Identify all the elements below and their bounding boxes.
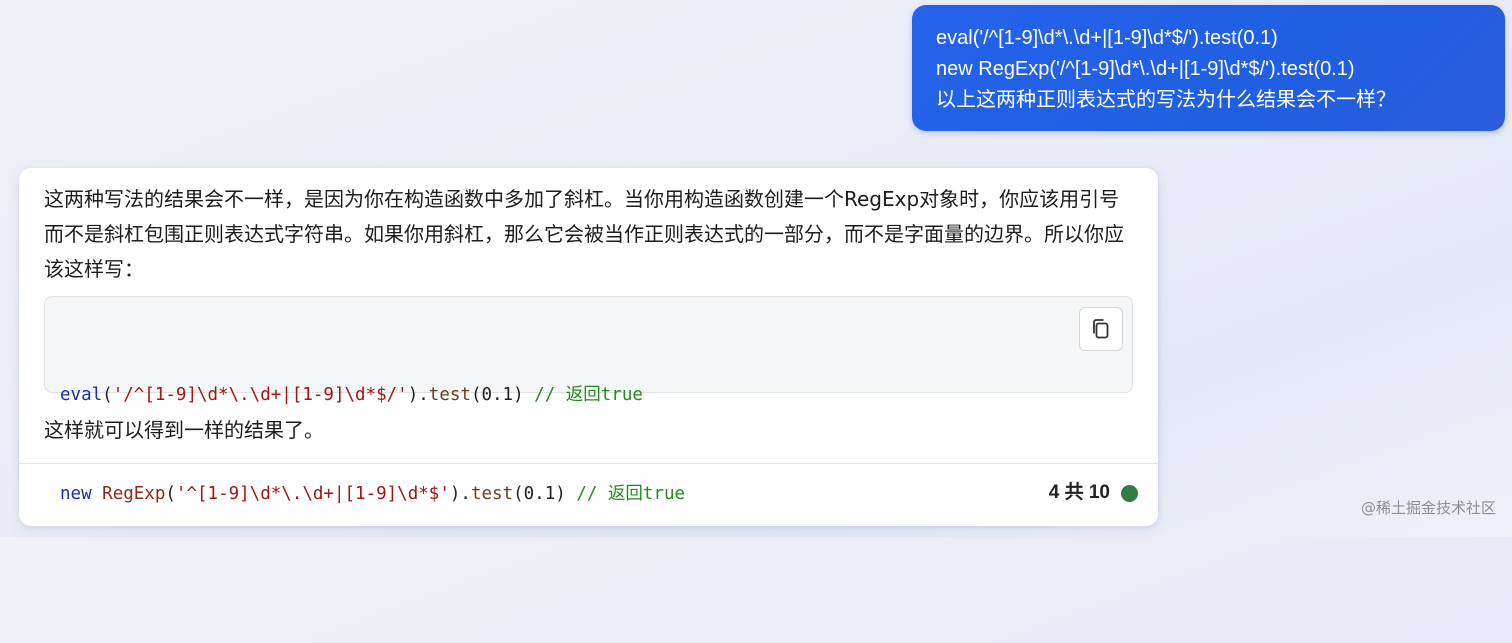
code-token: test [428, 385, 471, 405]
copy-icon [1093, 319, 1109, 339]
code-line-1: eval('/^[1-9]\d*\.\d+|[1-9]\d*$/').test(… [60, 379, 1132, 412]
code-token: '^[1-9]\d*\.\d+|[1-9]\d*$' [175, 484, 450, 504]
code-token: (0.1) [513, 484, 577, 504]
assistant-answer-card: 这两种写法的结果会不一样，是因为你在构造函数中多加了斜杠。当你用构造函数创建一个… [19, 168, 1158, 526]
user-message-line: 以上这两种正则表达式的写法为什么结果会不一样？ [936, 89, 1396, 111]
code-token: new [60, 484, 92, 504]
code-token: ( [102, 385, 113, 405]
answer-paragraph: 这样就可以得到一样的结果了。 [44, 418, 324, 442]
code-token: ). [449, 484, 471, 504]
code-token: ( [165, 484, 176, 504]
user-message-line: new RegExp('/^[1-9]\d*\.\d+|[1-9]\d*$/')… [936, 58, 1355, 80]
answer-paragraph: 这两种写法的结果会不一样，是因为你在构造函数中多加了斜杠。当你用构造函数创建一个… [44, 187, 1124, 281]
card-divider [19, 463, 1158, 464]
code-line-2: new RegExp('^[1-9]\d*\.\d+|[1-9]\d*$').t… [60, 478, 1132, 511]
answer-body: 这两种写法的结果会不一样，是因为你在构造函数中多加了斜杠。当你用构造函数创建一个… [44, 182, 1139, 287]
code-token: eval [60, 385, 103, 405]
user-message-line: eval('/^[1-9]\d*\.\d+|[1-9]\d*$/').test(… [936, 27, 1278, 49]
code-token: RegExp [102, 484, 166, 504]
code-token: test [470, 484, 514, 504]
code-token: '/^[1-9]\d*\.\d+|[1-9]\d*$/' [112, 385, 408, 405]
code-comment: // 返回true [576, 484, 686, 504]
watermark: @稀土掘金技术社区 [1360, 499, 1496, 517]
user-message-bubble: eval('/^[1-9]\d*\.\d+|[1-9]\d*$/').test(… [912, 5, 1505, 131]
code-token: (0.1) [470, 385, 535, 405]
response-count: 4 共 10 [1048, 482, 1110, 503]
code-block: eval('/^[1-9]\d*\.\d+|[1-9]\d*$/').test(… [44, 296, 1133, 504]
code-token: ). [407, 385, 429, 405]
code-comment: // 返回true [534, 385, 643, 405]
status-dot-icon [1121, 485, 1138, 502]
copy-code-button[interactable] [1079, 307, 1123, 351]
